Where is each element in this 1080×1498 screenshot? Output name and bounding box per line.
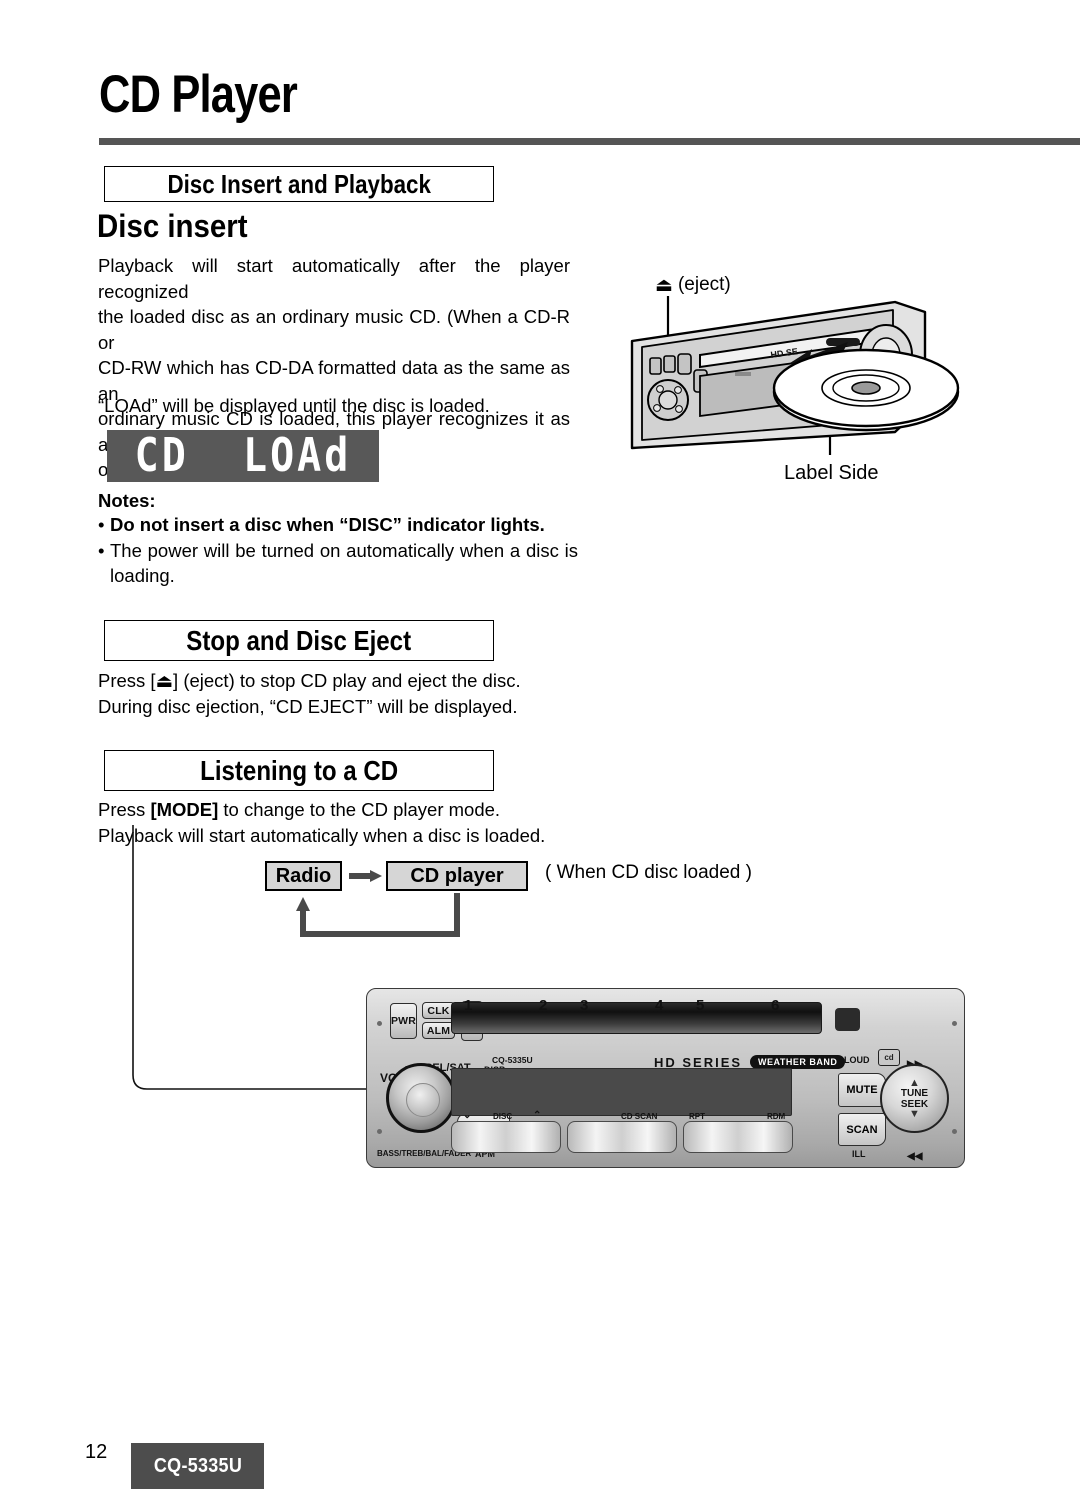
chevron-up-icon: ▲ <box>909 1076 920 1089</box>
mute-button[interactable]: MUTE <box>838 1073 886 1107</box>
chevron-down-icon: ▼ <box>909 1107 920 1120</box>
disc-down-icon: ⌄ <box>463 1110 472 1121</box>
page-number: 12 <box>85 1441 108 1463</box>
preset-button-4[interactable]: 4 <box>655 997 663 1014</box>
loud-label: LOUD <box>844 1055 870 1065</box>
screw-icon <box>377 1129 382 1134</box>
eject-callout: ⏏ (eject) <box>655 274 731 296</box>
pwr-button[interactable]: PWR <box>390 1003 417 1039</box>
section-heading-label: Stop and Disc Eject <box>186 624 412 656</box>
listen-line-1-suffix: to change to the CD player mode. <box>218 799 501 820</box>
preset-group-5-6[interactable] <box>683 1121 793 1153</box>
paragraph-listening: Press [MODE] to change to the CD player … <box>98 797 618 848</box>
note-text: The power will be turned on automaticall… <box>110 539 578 587</box>
disc-up-icon: ⌃ <box>533 1110 542 1121</box>
intro-line-2: the loaded disc as an ordinary music CD.… <box>98 306 570 353</box>
flow-box-radio-label: Radio <box>275 864 332 887</box>
preset-group-3-4[interactable] <box>567 1121 677 1153</box>
alm-button-label: ALM <box>426 1024 451 1037</box>
section-heading-listening-to-a-cd: Listening to a CD <box>104 750 494 791</box>
lcd-display-text: CD LOAd <box>134 429 352 483</box>
rpt-label: RPT <box>689 1112 705 1121</box>
preset-button-1[interactable]: 1 <box>464 997 472 1014</box>
model-print-label: CQ-5335U <box>492 1055 533 1065</box>
intro-line-1: Playback will start automatically after … <box>98 255 570 302</box>
screw-icon <box>377 1021 382 1026</box>
flow-box-radio: Radio <box>265 861 342 891</box>
note-text: Do not insert a disc when “DISC” indicat… <box>110 514 545 535</box>
rewind-icon: ◀◀ <box>907 1151 923 1162</box>
cd-scan-label: CD SCAN <box>621 1112 658 1121</box>
mute-button-label: MUTE <box>846 1084 878 1096</box>
section-heading-disc-insert-and-playback: Disc Insert and Playback <box>104 166 494 202</box>
notes-block: Notes: • Do not insert a disc when “DISC… <box>98 490 578 589</box>
section-heading-stop-and-disc-eject: Stop and Disc Eject <box>104 620 494 661</box>
model-badge-label: CQ-5335U <box>153 1454 242 1477</box>
preset-button-5[interactable]: 5 <box>696 997 704 1014</box>
eject-icon: ⏏ <box>655 274 673 296</box>
label-side-callout: Label Side <box>784 462 879 484</box>
listen-line-2: Playback will start automatically when a… <box>98 824 546 846</box>
clk-button-label: CLK <box>427 1004 450 1017</box>
stop-line-1: Press [⏏] (eject) to stop CD play and ej… <box>98 670 521 691</box>
tune-label: TUNE <box>900 1087 929 1099</box>
tune-seek-control[interactable]: ▲ TUNE SEEK ▼ <box>880 1064 949 1133</box>
rdm-label: RDM <box>767 1112 786 1121</box>
model-badge: CQ-5335U <box>131 1443 264 1489</box>
flow-box-cd-player: CD player <box>386 861 528 891</box>
section-heading-label: Disc Insert and Playback <box>167 168 431 199</box>
screw-icon <box>952 1021 957 1026</box>
mode-key-label: [MODE] <box>150 799 219 820</box>
volume-knob[interactable] <box>386 1063 456 1133</box>
flow-condition-label: ( When CD disc loaded ) <box>545 862 752 883</box>
lcd-display-load: CD LOAd <box>107 430 379 482</box>
preset-group-1-2[interactable] <box>451 1121 561 1153</box>
compact-disc-logo-icon: cd <box>878 1049 900 1066</box>
screw-icon <box>952 1129 957 1134</box>
scan-button-label: SCAN <box>846 1123 878 1136</box>
listen-line-1-prefix: Press <box>98 799 151 820</box>
head-unit-illustration: PWR CLK ALM ⏏ CQ-5335U HD SERIES WEATHER… <box>366 988 965 1168</box>
notes-title: Notes: <box>98 490 156 511</box>
paragraph-load-message: “LOAd” will be displayed until the disc … <box>98 395 490 416</box>
preset-button-6[interactable]: 6 <box>771 997 779 1014</box>
page-title: CD Player <box>99 65 298 124</box>
weather-band-badge: WEATHER BAND <box>750 1055 846 1069</box>
ill-label: ILL <box>852 1149 866 1159</box>
bullet-icon: • <box>98 514 105 535</box>
head-unit-display <box>451 1068 792 1116</box>
listen-line-1: Press [MODE] to change to the CD player … <box>98 797 618 823</box>
stop-line-2: During disc ejection, “CD EJECT” will be… <box>98 695 518 717</box>
title-rule <box>99 138 1080 145</box>
eject-callout-label: (eject) <box>677 274 731 295</box>
disc-slot <box>451 1002 822 1034</box>
subheading-disc-insert: Disc insert <box>97 208 248 244</box>
scan-button[interactable]: SCAN <box>838 1113 886 1146</box>
paragraph-stop-and-eject: Press [⏏] (eject) to stop CD play and ej… <box>98 668 598 719</box>
section-heading-label: Listening to a CD <box>199 754 398 786</box>
note-item: • Do not insert a disc when “DISC” indic… <box>98 512 578 538</box>
disc-label: DISC <box>493 1112 513 1121</box>
pwr-button-label: PWR <box>390 1015 417 1027</box>
preset-button-2[interactable]: 2 <box>539 997 547 1014</box>
bullet-icon: • <box>98 539 105 561</box>
corner-sensor <box>835 1008 860 1031</box>
flow-box-cd-player-label: CD player <box>410 864 504 887</box>
svg-text:HD SE: HD SE <box>770 346 799 360</box>
note-item: • The power will be turned on automatica… <box>98 538 578 589</box>
preset-button-3[interactable]: 3 <box>580 997 588 1014</box>
